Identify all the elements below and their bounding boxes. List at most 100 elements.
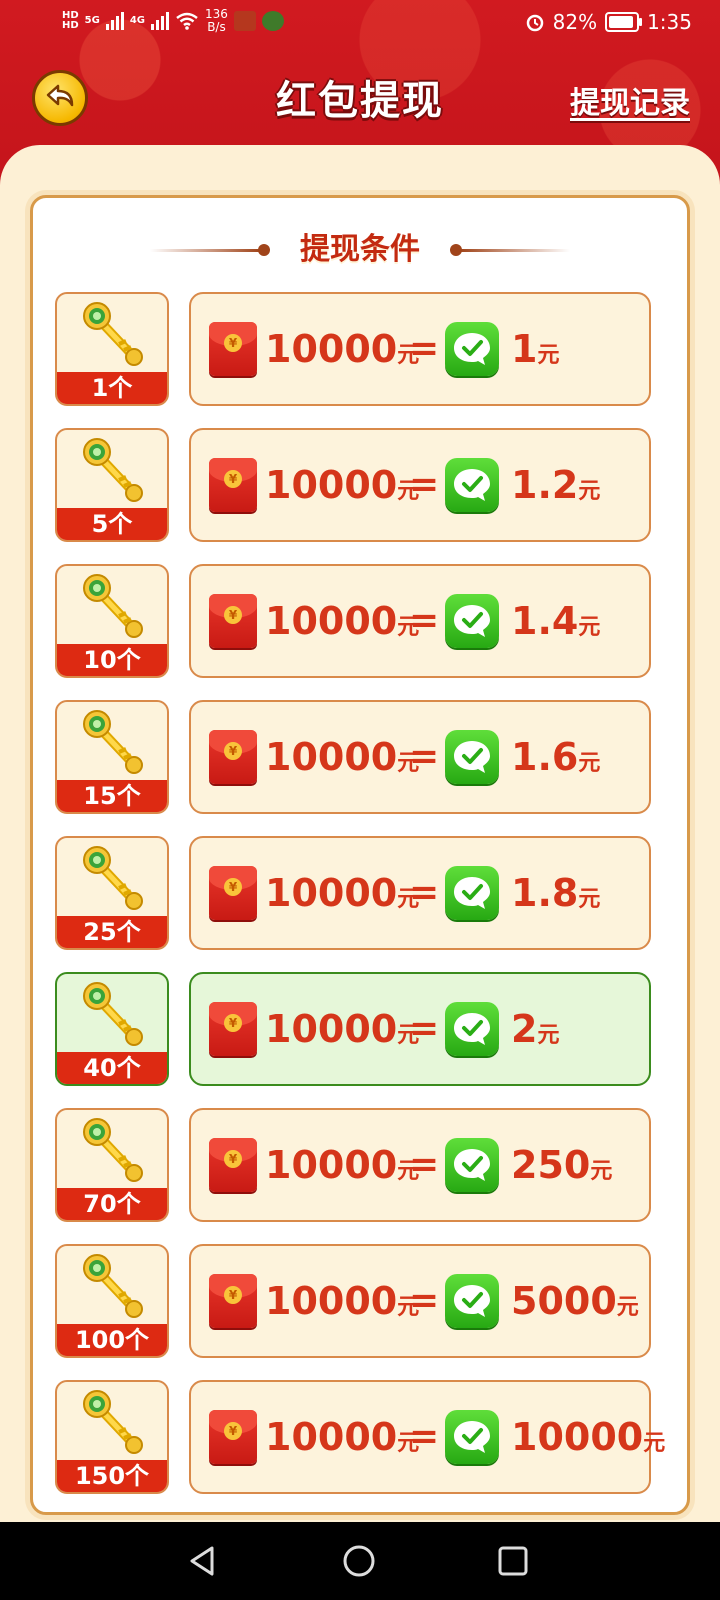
payout-unit: 元: [616, 1295, 639, 1320]
wechat-payout: 1.2元: [511, 460, 600, 517]
red-packet-icon: [209, 730, 257, 784]
key-icon: [79, 572, 149, 642]
equals-sign: =: [409, 600, 440, 641]
amount-value: 10000: [265, 327, 398, 371]
app-notification-icon: [233, 11, 256, 31]
equals-sign: =: [409, 736, 440, 777]
wechat-icon: [445, 1138, 499, 1192]
battery-icon: [605, 12, 643, 32]
key-count-label: 100个: [57, 1324, 167, 1356]
payout-unit: 元: [643, 1431, 666, 1456]
key-count-label: 25个: [57, 916, 167, 948]
nav-home-icon[interactable]: [342, 1544, 376, 1578]
amount-value: 10000: [265, 1143, 398, 1187]
wechat-payout: 2元: [511, 1004, 559, 1061]
divider-left: [150, 249, 260, 252]
payout-unit: 元: [578, 887, 601, 912]
exchange-card: 10000元=1.2元: [189, 428, 651, 542]
payout-value: 10000: [511, 1415, 644, 1459]
payout-value: 2: [511, 1007, 538, 1051]
red-packet-icon: [209, 1138, 257, 1192]
amount-value: 10000: [265, 1007, 398, 1051]
wechat-icon: [445, 1410, 499, 1464]
redpacket-amount: 10000元: [265, 460, 419, 517]
wechat-payout: 1元: [511, 324, 559, 381]
wechat-payout: 1.8元: [511, 868, 600, 925]
wechat-icon: [445, 1002, 499, 1056]
redpacket-amount: 10000元: [265, 1412, 419, 1469]
key-count-label: 70个: [57, 1188, 167, 1220]
red-packet-icon: [209, 1410, 257, 1464]
system-nav-bar: [0, 1522, 720, 1600]
condition-row[interactable]: 15个 10000元= 1.6元: [55, 700, 665, 816]
condition-row[interactable]: 150个 10000元=10000元: [55, 1380, 665, 1496]
exchange-card: 10000元= 1.6元: [189, 700, 651, 814]
payout-value: 1.6: [511, 735, 579, 779]
exchange-card: 10000元=1.8元: [189, 836, 651, 950]
signal-5g-icon: [105, 12, 124, 30]
payout-unit: 元: [578, 615, 601, 640]
wechat-payout: 1.4元: [511, 596, 600, 653]
nav-back-icon[interactable]: [186, 1544, 220, 1578]
signal-4g-icon: [151, 12, 170, 30]
net-5g-label: 5G: [84, 15, 100, 26]
wechat-icon: [445, 594, 499, 648]
key-count-card: 150个: [55, 1380, 169, 1494]
redpacket-amount: 10000元: [265, 596, 419, 653]
withdraw-records-link[interactable]: 提现记录: [570, 78, 690, 122]
nav-recents-icon[interactable]: [496, 1544, 530, 1578]
payout-unit: 元: [578, 479, 601, 504]
wechat-payout: 1.6元: [511, 732, 600, 789]
condition-list: 1个10000元=1元5个10000元=1.2元10个10000元=1.4元15…: [55, 292, 665, 1516]
key-count-card: 100个: [55, 1244, 169, 1358]
exchange-card: 10000元=10000元: [189, 1380, 665, 1494]
key-count-card: 1个: [55, 292, 169, 406]
key-count-label: 10个: [57, 644, 167, 676]
amount-value: 10000: [265, 1279, 398, 1323]
redpacket-amount: 10000元: [265, 324, 419, 381]
key-count-label: 150个: [57, 1460, 167, 1492]
redpacket-amount: 10000元: [265, 1276, 419, 1333]
exchange-card: 10000元=2元: [189, 972, 651, 1086]
key-count-label: 5个: [57, 508, 167, 540]
exchange-card: 10000元=1.4元: [189, 564, 651, 678]
key-count-card: 10个: [55, 564, 169, 678]
key-icon: [79, 1252, 149, 1322]
condition-row[interactable]: 1个10000元=1元: [55, 292, 665, 408]
condition-row[interactable]: 40个10000元=2元: [55, 972, 665, 1088]
key-icon: [79, 844, 149, 914]
condition-row[interactable]: 10个10000元=1.4元: [55, 564, 665, 680]
condition-row[interactable]: 70个10000元=250元: [55, 1108, 665, 1224]
key-icon: [79, 436, 149, 506]
status-bar: HD HD 5G 4G 136 B/s 82% 1:35: [0, 0, 720, 48]
payout-unit: 元: [578, 751, 601, 776]
red-packet-icon: [209, 594, 257, 648]
equals-sign: =: [409, 1280, 440, 1321]
hd2-label: HD: [62, 20, 79, 31]
redpacket-amount: 10000元: [265, 868, 419, 925]
payout-unit: 元: [537, 343, 560, 368]
condition-row[interactable]: 25个 10000元=1.8元: [55, 836, 665, 952]
status-right: 82% 1:35: [525, 10, 692, 34]
key-count-card: 15个: [55, 700, 169, 814]
key-count-label: 40个: [57, 1052, 167, 1084]
amount-value: 10000: [265, 599, 398, 643]
condition-row[interactable]: 5个 10000元=1.2元: [55, 428, 665, 544]
red-packet-icon: [209, 1002, 257, 1056]
wechat-icon: [445, 730, 499, 784]
clock: 1:35: [647, 10, 692, 34]
payout-value: 5000: [511, 1279, 617, 1323]
red-packet-icon: [209, 1274, 257, 1328]
key-icon: [79, 300, 149, 370]
wechat-icon: [445, 1274, 499, 1328]
key-count-card: 70个: [55, 1108, 169, 1222]
equals-sign: =: [409, 1008, 440, 1049]
key-icon: [79, 1116, 149, 1186]
payout-value: 1: [511, 327, 538, 371]
key-count-label: 15个: [57, 780, 167, 812]
condition-row[interactable]: 100个 10000元= 5000元: [55, 1244, 665, 1360]
redpacket-amount: 10000元: [265, 732, 419, 789]
key-icon: [79, 1388, 149, 1458]
amount-value: 10000: [265, 1415, 398, 1459]
wechat-icon: [445, 322, 499, 376]
